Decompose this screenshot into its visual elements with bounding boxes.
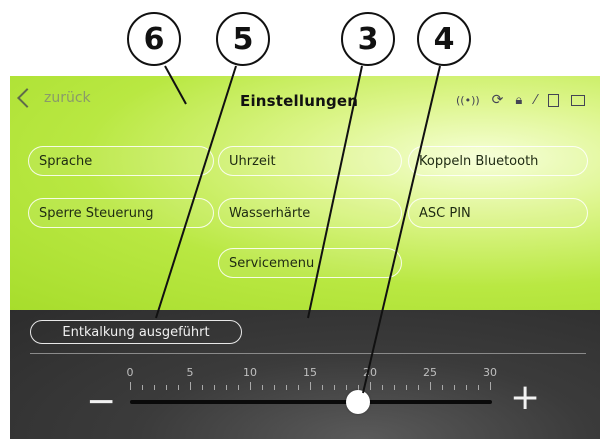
menu-sprache-button[interactable]: Sprache: [28, 146, 214, 176]
status-icon-bar: ((•)) ⟳ 🔒︎ ⁄: [456, 92, 586, 108]
scale-label: 10: [243, 366, 257, 379]
scale-tick: [322, 385, 323, 390]
callout-6: 6: [127, 12, 181, 66]
scale-tick: [454, 385, 455, 390]
status-panel: Entkalkung ausgeführt − + 0 5 10 15 20 25 30: [10, 310, 600, 439]
scale-label: 15: [303, 366, 317, 379]
scale-label: 5: [186, 366, 194, 379]
battery-icon: [571, 94, 586, 106]
scale-tick: [442, 385, 443, 390]
scale-tick: [346, 385, 347, 390]
device-icon: [548, 93, 560, 107]
scale-tick: [178, 385, 179, 390]
menu-uhrzeit-button[interactable]: Uhrzeit: [218, 146, 402, 176]
scale-tick: [250, 382, 251, 390]
page-title: Einstellungen: [240, 92, 359, 110]
scale-label: 0: [126, 366, 134, 379]
decrease-button[interactable]: −: [86, 384, 116, 420]
callout-4: 4: [417, 12, 471, 66]
scale-tick: [190, 382, 191, 390]
scale-tick: [310, 382, 311, 390]
scale-tick: [478, 385, 479, 390]
scale-tick: [262, 385, 263, 390]
menu-koppeln-bluetooth-button[interactable]: Koppeln Bluetooth: [408, 146, 588, 176]
scale-tick: [394, 385, 395, 390]
scale-tick: [142, 385, 143, 390]
scale-tick: [226, 385, 227, 390]
scale-tick: [286, 385, 287, 390]
scale-tick: [214, 385, 215, 390]
scale-label: 30: [483, 366, 497, 379]
scale-tick: [274, 385, 275, 390]
slider-knob[interactable]: [346, 390, 370, 414]
slider-track[interactable]: [130, 400, 492, 404]
scale-tick: [202, 385, 203, 390]
scale-tick: [430, 382, 431, 390]
scale-label: 25: [423, 366, 437, 379]
scale-label: 20: [363, 366, 377, 379]
increase-button[interactable]: +: [510, 380, 540, 416]
menu-asc-pin-button[interactable]: ASC PIN: [408, 198, 588, 228]
scale-tick: [130, 382, 131, 390]
settings-panel: zurück Einstellungen ((•)) ⟳ 🔒︎ ⁄ Sprach…: [10, 76, 600, 310]
back-chevron-icon: [17, 88, 37, 108]
wrench-icon: ⁄: [534, 92, 537, 108]
scale-tick: [382, 385, 383, 390]
back-button[interactable]: zurück: [16, 88, 91, 108]
menu-wasserhaerte-button[interactable]: Wasserhärte: [218, 198, 402, 228]
menu-sperre-steuerung-button[interactable]: Sperre Steuerung: [28, 198, 214, 228]
scale-tick: [334, 385, 335, 390]
scale-tick: [490, 382, 491, 390]
wireless-icon: ((•)): [456, 93, 480, 107]
lock-icon: 🔒︎: [515, 92, 523, 108]
callout-5: 5: [216, 12, 270, 66]
scale-tick: [418, 385, 419, 390]
scale-tick: [166, 385, 167, 390]
back-label: zurück: [44, 90, 91, 106]
decalcify-status-badge: Entkalkung ausgeführt: [30, 320, 242, 344]
sync-icon: ⟳: [491, 92, 504, 108]
scale-tick: [154, 385, 155, 390]
divider: [30, 353, 586, 354]
scale-tick: [466, 385, 467, 390]
scale-tick: [238, 385, 239, 390]
menu-servicemenu-button[interactable]: Servicemenu: [218, 248, 402, 278]
scale-tick: [370, 382, 371, 390]
scale-tick: [406, 385, 407, 390]
scale-tick: [298, 385, 299, 390]
callout-3: 3: [341, 12, 395, 66]
